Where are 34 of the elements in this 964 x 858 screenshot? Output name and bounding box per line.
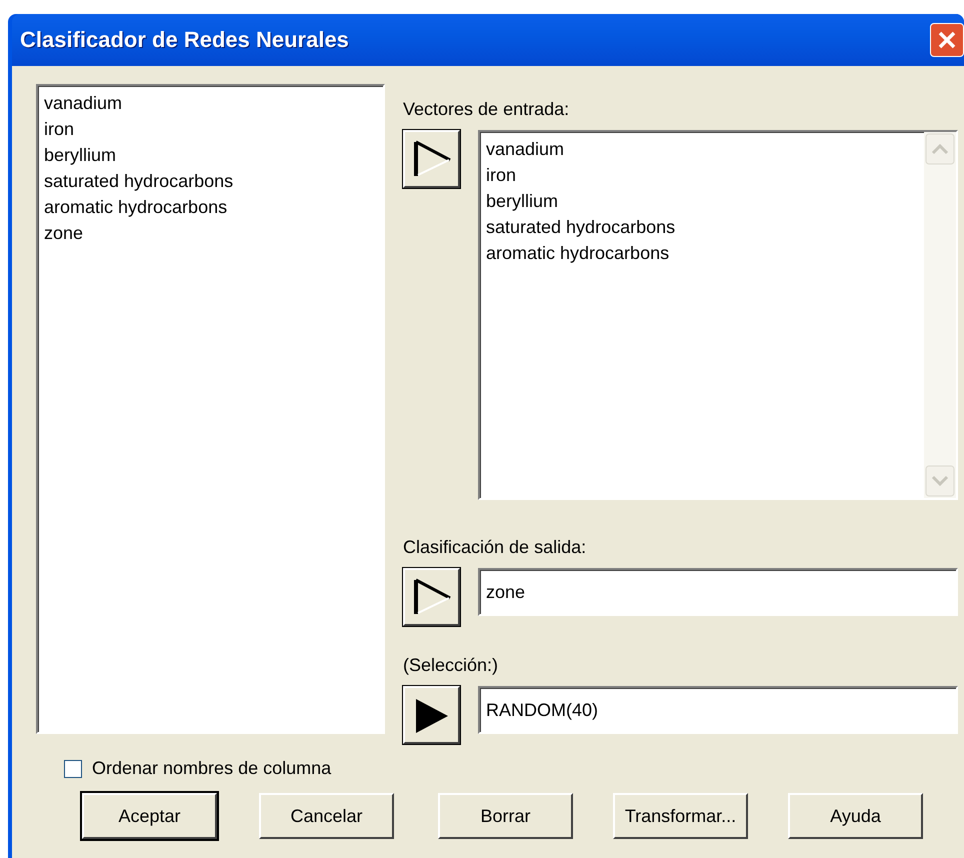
selection-field[interactable]: RANDOM(40) xyxy=(478,686,958,734)
triangle-icon xyxy=(412,139,452,179)
add-button[interactable] xyxy=(403,568,460,626)
triangle-icon xyxy=(412,577,452,617)
list-item[interactable]: saturated hydrocarbons xyxy=(486,214,918,240)
close-icon xyxy=(936,29,958,51)
list-item[interactable]: vanadium xyxy=(44,90,377,116)
list-item[interactable]: zone xyxy=(44,220,377,246)
add-button[interactable] xyxy=(403,130,460,188)
list-item[interactable]: beryllium xyxy=(44,142,377,168)
window-title: Clasificador de Redes Neurales xyxy=(20,27,349,53)
close-button[interactable] xyxy=(930,23,964,57)
checkbox-label: Ordenar nombres de columna xyxy=(92,758,332,779)
list-item[interactable]: iron xyxy=(44,116,377,142)
output-field[interactable]: zone xyxy=(478,568,958,616)
dialog-button[interactable]: Aceptar xyxy=(82,793,217,839)
dialog-button[interactable]: Ayuda xyxy=(788,793,923,839)
list-item[interactable]: aromatic hydrocarbons xyxy=(44,194,377,220)
list-item[interactable]: aromatic hydrocarbons xyxy=(486,240,918,266)
list-item[interactable]: beryllium xyxy=(486,188,918,214)
field-label: Clasificación de salida: xyxy=(403,536,588,558)
dialog-button[interactable]: Cancelar xyxy=(259,793,394,839)
column-list[interactable]: vanadium iron beryllium saturated hydrocarbons aromatic hydrocarbons zone xyxy=(36,84,385,734)
dialog-button[interactable]: Borrar xyxy=(438,793,573,839)
list-item[interactable]: saturated hydrocarbons xyxy=(44,168,377,194)
scrollbar[interactable] xyxy=(924,132,956,498)
input-vectors-list[interactable]: vanadium iron beryllium saturated hydrocarbons aromatic hydrocarbons xyxy=(478,130,958,500)
dialog-button[interactable]: Transformar... xyxy=(613,793,748,839)
checkbox[interactable] xyxy=(64,760,82,778)
list-item[interactable]: iron xyxy=(486,162,918,188)
add-button[interactable] xyxy=(403,686,460,744)
list-item[interactable]: vanadium xyxy=(486,136,918,162)
field-label: Vectores de entrada: xyxy=(403,98,570,120)
field-label: (Selección:) xyxy=(403,654,500,676)
